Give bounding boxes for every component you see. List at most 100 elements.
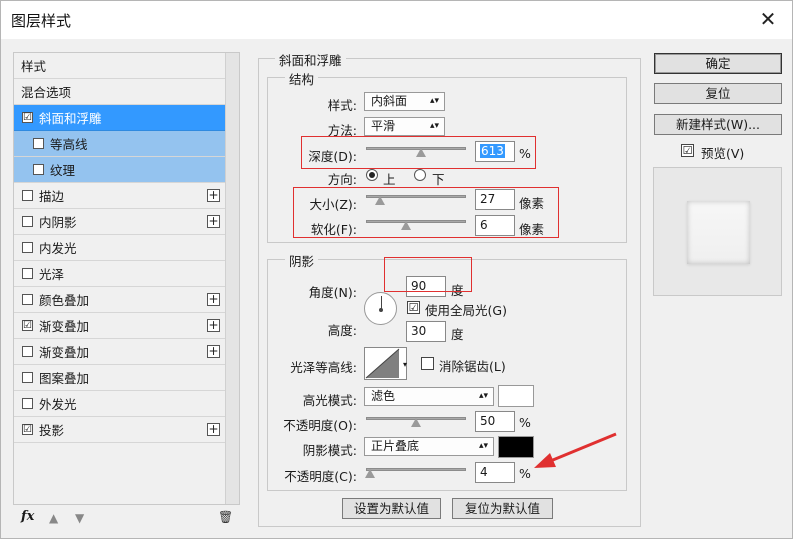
global-light-checkbox[interactable]: ☑ bbox=[407, 301, 420, 314]
shadow-opacity-value: 4 bbox=[480, 465, 488, 479]
style-list-item-label: 渐变叠加 bbox=[39, 345, 90, 360]
highlight-opacity-slider[interactable] bbox=[366, 413, 466, 427]
style-list-item[interactable]: 外发光 bbox=[14, 391, 226, 417]
add-effect-icon[interactable]: + bbox=[207, 345, 220, 358]
style-checkbox[interactable] bbox=[22, 294, 33, 305]
highlight-opacity-unit: % bbox=[519, 415, 531, 430]
chevron-updown-icon: ▴▾ bbox=[429, 96, 439, 106]
style-list-item-label: 内阴影 bbox=[39, 215, 77, 230]
style-checkbox[interactable] bbox=[22, 190, 33, 201]
global-light-label: 使用全局光(G) bbox=[425, 303, 507, 318]
shadow-opacity-input[interactable]: 4 bbox=[475, 462, 515, 483]
direction-up-label: 上 bbox=[383, 172, 396, 187]
chevron-updown-icon: ▴▾ bbox=[429, 121, 439, 131]
shadow-opacity-label: 不透明度(C): bbox=[284, 469, 357, 484]
layer-style-dialog: 图层样式 ✕ 样式混合选项 ☑ 斜面和浮雕等高线纹理描边 + 内阴影 + 内发光光泽颜色叠加… bbox=[0, 0, 793, 539]
style-list-item-label: 纹理 bbox=[50, 163, 76, 178]
antialias-checkbox[interactable] bbox=[421, 357, 434, 370]
angle-label: 角度(N): bbox=[308, 285, 357, 300]
add-effect-icon[interactable]: + bbox=[207, 189, 220, 202]
style-checkbox[interactable] bbox=[22, 216, 33, 227]
shadow-mode-value: 正片叠底 bbox=[371, 439, 420, 453]
annotation-box-angle bbox=[384, 257, 472, 292]
style-list-item-label: 颜色叠加 bbox=[39, 293, 90, 308]
antialias-label: 消除锯齿(L) bbox=[439, 359, 506, 374]
contour-curve-icon bbox=[365, 348, 400, 379]
altitude-input[interactable]: 30 bbox=[406, 321, 446, 342]
style-checkbox[interactable] bbox=[22, 268, 33, 279]
style-list-scrollbar[interactable] bbox=[225, 53, 239, 504]
add-effect-icon[interactable]: + bbox=[207, 293, 220, 306]
style-checkbox[interactable] bbox=[33, 138, 44, 149]
style-list-item[interactable]: 光泽 bbox=[14, 261, 226, 287]
highlight-mode-label: 高光模式: bbox=[302, 393, 357, 408]
style-list-item-label: 斜面和浮雕 bbox=[39, 111, 102, 126]
title-bar: 图层样式 ✕ bbox=[1, 1, 792, 39]
style-list-item[interactable]: 描边 + bbox=[14, 183, 226, 209]
angle-center bbox=[379, 308, 383, 312]
style-list-item[interactable]: 图案叠加 bbox=[14, 365, 226, 391]
style-checkbox[interactable]: ☑ bbox=[22, 320, 33, 331]
style-list-item[interactable]: 样式 bbox=[14, 53, 226, 79]
add-effect-icon[interactable]: + bbox=[207, 423, 220, 436]
shading-title: 阴影 bbox=[285, 251, 319, 270]
reset-default-button[interactable]: 复位为默认值 bbox=[452, 498, 553, 519]
highlight-color-swatch[interactable] bbox=[498, 385, 534, 407]
shadow-mode-select[interactable]: 正片叠底 ▴▾ bbox=[364, 437, 494, 456]
style-list-item[interactable]: 颜色叠加 + bbox=[14, 287, 226, 313]
highlight-mode-select[interactable]: 滤色 ▴▾ bbox=[364, 387, 494, 406]
preview-checkbox[interactable]: ☑ bbox=[681, 144, 694, 157]
style-list-item[interactable]: ☑ 渐变叠加 + bbox=[14, 313, 226, 339]
ok-button[interactable]: 确定 bbox=[654, 53, 782, 74]
technique-value: 平滑 bbox=[371, 119, 396, 133]
altitude-unit: 度 bbox=[451, 327, 464, 342]
slider-thumb[interactable] bbox=[365, 469, 375, 478]
add-effect-icon[interactable]: + bbox=[207, 319, 220, 332]
move-up-icon[interactable]: ▲ bbox=[49, 511, 58, 525]
style-list-item-label: 描边 bbox=[39, 189, 65, 204]
style-list-item[interactable]: 混合选项 bbox=[14, 79, 226, 105]
trash-icon[interactable]: 🗑 bbox=[218, 510, 233, 524]
style-list: 样式 混合选项 ☑ 斜面和浮雕 等高线 纹理 描边 + 内阴影 + 内发光 光泽 颜色叠加 + ☑ 渐变叠加 +… bbox=[13, 52, 240, 505]
highlight-opacity-value: 50 bbox=[480, 414, 496, 428]
style-list-item[interactable]: 纹理 bbox=[14, 157, 226, 183]
style-list-item[interactable]: ☑ 投影 + bbox=[14, 417, 226, 443]
highlight-opacity-input[interactable]: 50 bbox=[475, 411, 515, 432]
style-list-item[interactable]: ☑ 斜面和浮雕 bbox=[14, 105, 226, 131]
slider-thumb[interactable] bbox=[411, 418, 421, 427]
gloss-contour-picker[interactable]: ▾ bbox=[364, 347, 407, 380]
style-list-item-label: 混合选项 bbox=[21, 85, 72, 100]
bevel-style-select[interactable]: 内斜面 ▴▾ bbox=[364, 92, 445, 111]
style-checkbox[interactable] bbox=[22, 346, 33, 357]
preview-thumbnail bbox=[687, 201, 750, 264]
make-default-button[interactable]: 设置为默认值 bbox=[342, 498, 441, 519]
chevron-down-icon: ▾ bbox=[402, 360, 407, 369]
direction-down-radio[interactable] bbox=[414, 169, 426, 181]
style-list-item[interactable]: 等高线 bbox=[14, 131, 226, 157]
style-list-item-label: 内发光 bbox=[39, 241, 77, 256]
style-list-footer: fx ▲ ▼ 🗑 bbox=[13, 507, 240, 529]
technique-select[interactable]: 平滑 ▴▾ bbox=[364, 117, 445, 136]
style-checkbox[interactable] bbox=[22, 398, 33, 409]
direction-up-radio[interactable] bbox=[366, 169, 378, 181]
style-checkbox[interactable] bbox=[22, 372, 33, 383]
chevron-updown-icon: ▴▾ bbox=[478, 441, 488, 451]
style-checkbox[interactable]: ☑ bbox=[22, 112, 33, 123]
angle-dial[interactable] bbox=[364, 292, 397, 325]
style-list-item-label: 图案叠加 bbox=[39, 371, 90, 386]
style-checkbox[interactable] bbox=[22, 242, 33, 253]
shadow-opacity-slider[interactable] bbox=[365, 464, 466, 478]
style-list-item-label: 光泽 bbox=[39, 267, 65, 282]
style-checkbox[interactable] bbox=[33, 164, 44, 175]
style-list-item[interactable]: 内阴影 + bbox=[14, 209, 226, 235]
style-list-item-label: 等高线 bbox=[50, 137, 88, 152]
style-list-item[interactable]: 内发光 bbox=[14, 235, 226, 261]
close-icon[interactable]: ✕ bbox=[758, 9, 778, 29]
style-checkbox[interactable]: ☑ bbox=[22, 424, 33, 435]
move-down-icon[interactable]: ▼ bbox=[75, 511, 84, 525]
fx-button[interactable]: fx bbox=[21, 509, 34, 524]
new-style-button[interactable]: 新建样式(W)... bbox=[654, 114, 782, 135]
reset-button[interactable]: 复位 bbox=[654, 83, 782, 104]
style-list-item[interactable]: 渐变叠加 + bbox=[14, 339, 226, 365]
add-effect-icon[interactable]: + bbox=[207, 215, 220, 228]
